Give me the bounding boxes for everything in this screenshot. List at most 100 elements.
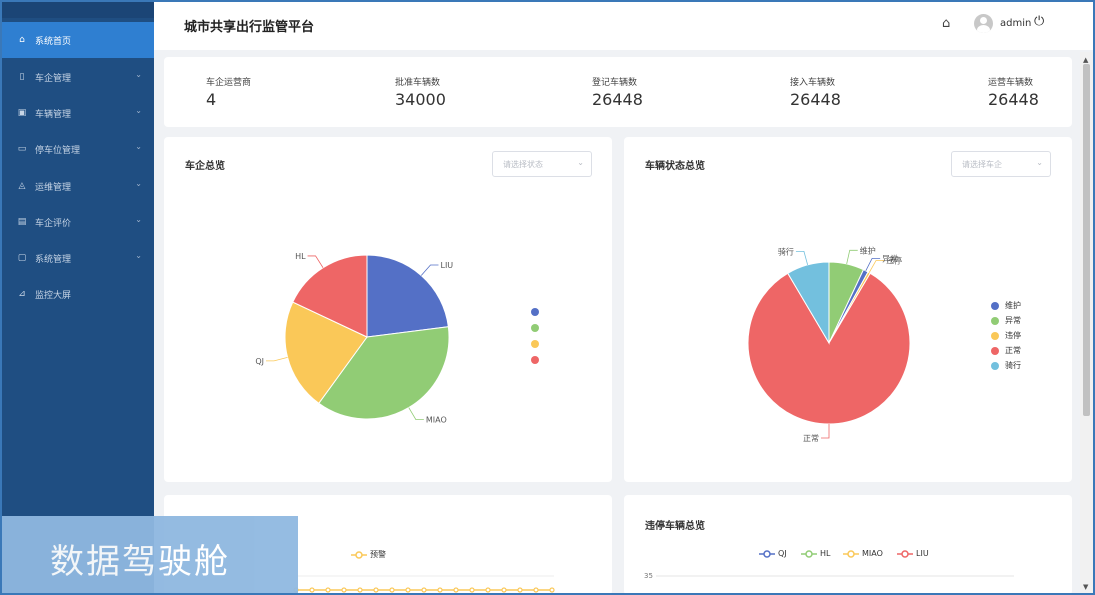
document-icon: ▯ bbox=[19, 72, 25, 82]
sidebar-item-label: 系统管理 bbox=[35, 254, 72, 265]
legend-item[interactable] bbox=[531, 340, 545, 348]
legend-dot bbox=[991, 331, 999, 340]
sidebar-item-monitor[interactable]: ⊿ 监控大屏 bbox=[2, 276, 154, 312]
scroll-up-icon[interactable]: ▲ bbox=[1083, 56, 1088, 64]
app-frame: ⌂ 系统首页 ▯ 车企管理 ⌄ ▣ 车辆管理 ⌄ ▭ 停车位管理 ⌄ ◬ 运维管… bbox=[2, 2, 1093, 593]
legend-dot bbox=[531, 340, 539, 348]
username[interactable]: admin bbox=[1000, 18, 1031, 29]
pie-label: QJ bbox=[255, 357, 264, 366]
scroll-thumb[interactable] bbox=[1083, 64, 1090, 416]
settings-icon: ▢ bbox=[17, 253, 27, 263]
power-icon[interactable]: ⏻ bbox=[1034, 14, 1044, 29]
pie-label-line bbox=[420, 264, 439, 276]
avatar-head bbox=[980, 17, 987, 24]
parking-icon: ▭ bbox=[17, 144, 27, 154]
legend-dot bbox=[531, 356, 539, 364]
series-point[interactable] bbox=[469, 587, 475, 593]
stat-label: 接入车辆数 bbox=[790, 78, 836, 88]
legend-item[interactable] bbox=[531, 308, 545, 316]
pie-label-line bbox=[307, 255, 324, 268]
legend-label: 维护 bbox=[1005, 301, 1021, 310]
legend-item[interactable]: 骑行 bbox=[991, 360, 1021, 371]
sidebar-item-label: 车企管理 bbox=[35, 73, 72, 84]
stat-approved: 批准车辆数 34000 bbox=[395, 75, 446, 109]
stat-registered: 登记车辆数 26448 bbox=[592, 75, 643, 109]
stat-value: 26448 bbox=[592, 90, 643, 109]
series-point[interactable] bbox=[501, 587, 507, 593]
company-overview-card: 车企总览 请选择状态 ⌄ LIU MIAO QJ HL bbox=[164, 137, 612, 482]
chevron-down-icon: ⌄ bbox=[135, 215, 142, 224]
series-point[interactable] bbox=[437, 587, 443, 593]
violation-chart-card: 违停车辆总览 QJ HL MIAO LIU 35 bbox=[624, 495, 1072, 593]
series-point[interactable] bbox=[389, 587, 395, 593]
top-header: 城市共享出行监管平台 ⌂ admin ⏻ bbox=[154, 2, 1093, 50]
sidebar-item-system[interactable]: ▢ 系统管理 ⌄ bbox=[2, 240, 154, 276]
pie-label-line bbox=[846, 249, 858, 265]
pie-label: MIAO bbox=[426, 416, 447, 425]
stat-value: 4 bbox=[206, 90, 217, 109]
series-point[interactable] bbox=[549, 587, 555, 593]
chevron-down-icon: ⌄ bbox=[135, 179, 142, 188]
avatar-body bbox=[977, 25, 990, 33]
sidebar-item-label: 运维管理 bbox=[35, 182, 72, 193]
series-point[interactable] bbox=[533, 587, 539, 593]
series-point[interactable] bbox=[517, 587, 523, 593]
stat-label: 车企运营商 bbox=[206, 78, 252, 88]
sidebar-item-label: 车企评价 bbox=[35, 218, 72, 229]
sidebar-item-vehicles[interactable]: ▣ 车辆管理 ⌄ bbox=[2, 95, 154, 131]
violation-line-chart bbox=[656, 575, 1014, 577]
series-point[interactable] bbox=[373, 587, 379, 593]
legend-item[interactable]: 违停 bbox=[991, 330, 1021, 341]
pie-label-line bbox=[266, 357, 288, 362]
stat-value: 26448 bbox=[988, 90, 1039, 109]
series-point[interactable] bbox=[421, 587, 427, 593]
series-point[interactable] bbox=[485, 587, 491, 593]
pie-label-line bbox=[821, 424, 830, 439]
legend-dot bbox=[991, 361, 999, 370]
series-point[interactable] bbox=[309, 587, 315, 593]
series-point[interactable] bbox=[357, 587, 363, 593]
pie-label: 骑行 bbox=[778, 246, 794, 256]
legend-dot bbox=[531, 324, 539, 332]
legend-item[interactable]: 异常 bbox=[991, 315, 1021, 326]
series-point[interactable] bbox=[453, 587, 459, 593]
sidebar-item-rating[interactable]: ▤ 车企评价 ⌄ bbox=[2, 204, 154, 240]
sidebar-item-label: 监控大屏 bbox=[35, 290, 72, 301]
legend-item[interactable]: 正常 bbox=[991, 345, 1021, 356]
home-icon: ⌂ bbox=[19, 35, 25, 45]
pie-label: HL bbox=[295, 252, 306, 261]
home-icon[interactable]: ⌂ bbox=[942, 16, 950, 31]
legend-dot bbox=[991, 301, 999, 310]
series-point[interactable] bbox=[405, 587, 411, 593]
page-scrollbar[interactable]: ▲ ▼ bbox=[1080, 52, 1093, 593]
legend-item[interactable] bbox=[531, 356, 545, 364]
legend-item[interactable] bbox=[531, 324, 545, 332]
sidebar-item-label: 停车位管理 bbox=[35, 145, 81, 156]
sidebar-logo-area bbox=[2, 2, 154, 18]
pie-label-line bbox=[408, 407, 424, 421]
sidebar-item-home[interactable]: ⌂ 系统首页 bbox=[2, 22, 154, 58]
pie-label: 违停 bbox=[886, 255, 902, 265]
sidebar-item-parking[interactable]: ▭ 停车位管理 ⌄ bbox=[2, 131, 154, 167]
car-icon: ▣ bbox=[17, 108, 27, 118]
pie-label-line bbox=[795, 250, 809, 265]
sidebar: ⌂ 系统首页 ▯ 车企管理 ⌄ ▣ 车辆管理 ⌄ ▭ 停车位管理 ⌄ ◬ 运维管… bbox=[2, 2, 154, 593]
legend-label: 骑行 bbox=[1005, 361, 1021, 370]
series-point[interactable] bbox=[325, 587, 331, 593]
sidebar-item-company[interactable]: ▯ 车企管理 ⌄ bbox=[2, 59, 154, 95]
legend-label: 异常 bbox=[1005, 316, 1021, 325]
banner-text: 数据驾驶舱 bbox=[50, 542, 230, 582]
stat-value: 34000 bbox=[395, 90, 446, 109]
stats-card: 车企运营商 4 批准车辆数 34000 登记车辆数 26448 接入车辆数 26… bbox=[164, 57, 1072, 127]
pie-label: 维护 bbox=[860, 245, 876, 255]
legend-dot bbox=[531, 308, 539, 316]
sidebar-item-maintenance[interactable]: ◬ 运维管理 ⌄ bbox=[2, 168, 154, 204]
vehicle-status-card: 车辆状态总览 请选择车企 ⌄ 维护 异常 违停 正常 骑行 维护 异常 违停 正常 骑行 bbox=[624, 137, 1072, 482]
avatar[interactable] bbox=[974, 14, 993, 33]
pie-slice[interactable] bbox=[366, 254, 449, 338]
legend-item[interactable]: 维护 bbox=[991, 300, 1021, 311]
chevron-down-icon: ⌄ bbox=[135, 106, 142, 115]
sidebar-item-label: 系统首页 bbox=[35, 36, 72, 47]
scroll-down-icon[interactable]: ▼ bbox=[1083, 583, 1088, 591]
series-point[interactable] bbox=[341, 587, 347, 593]
